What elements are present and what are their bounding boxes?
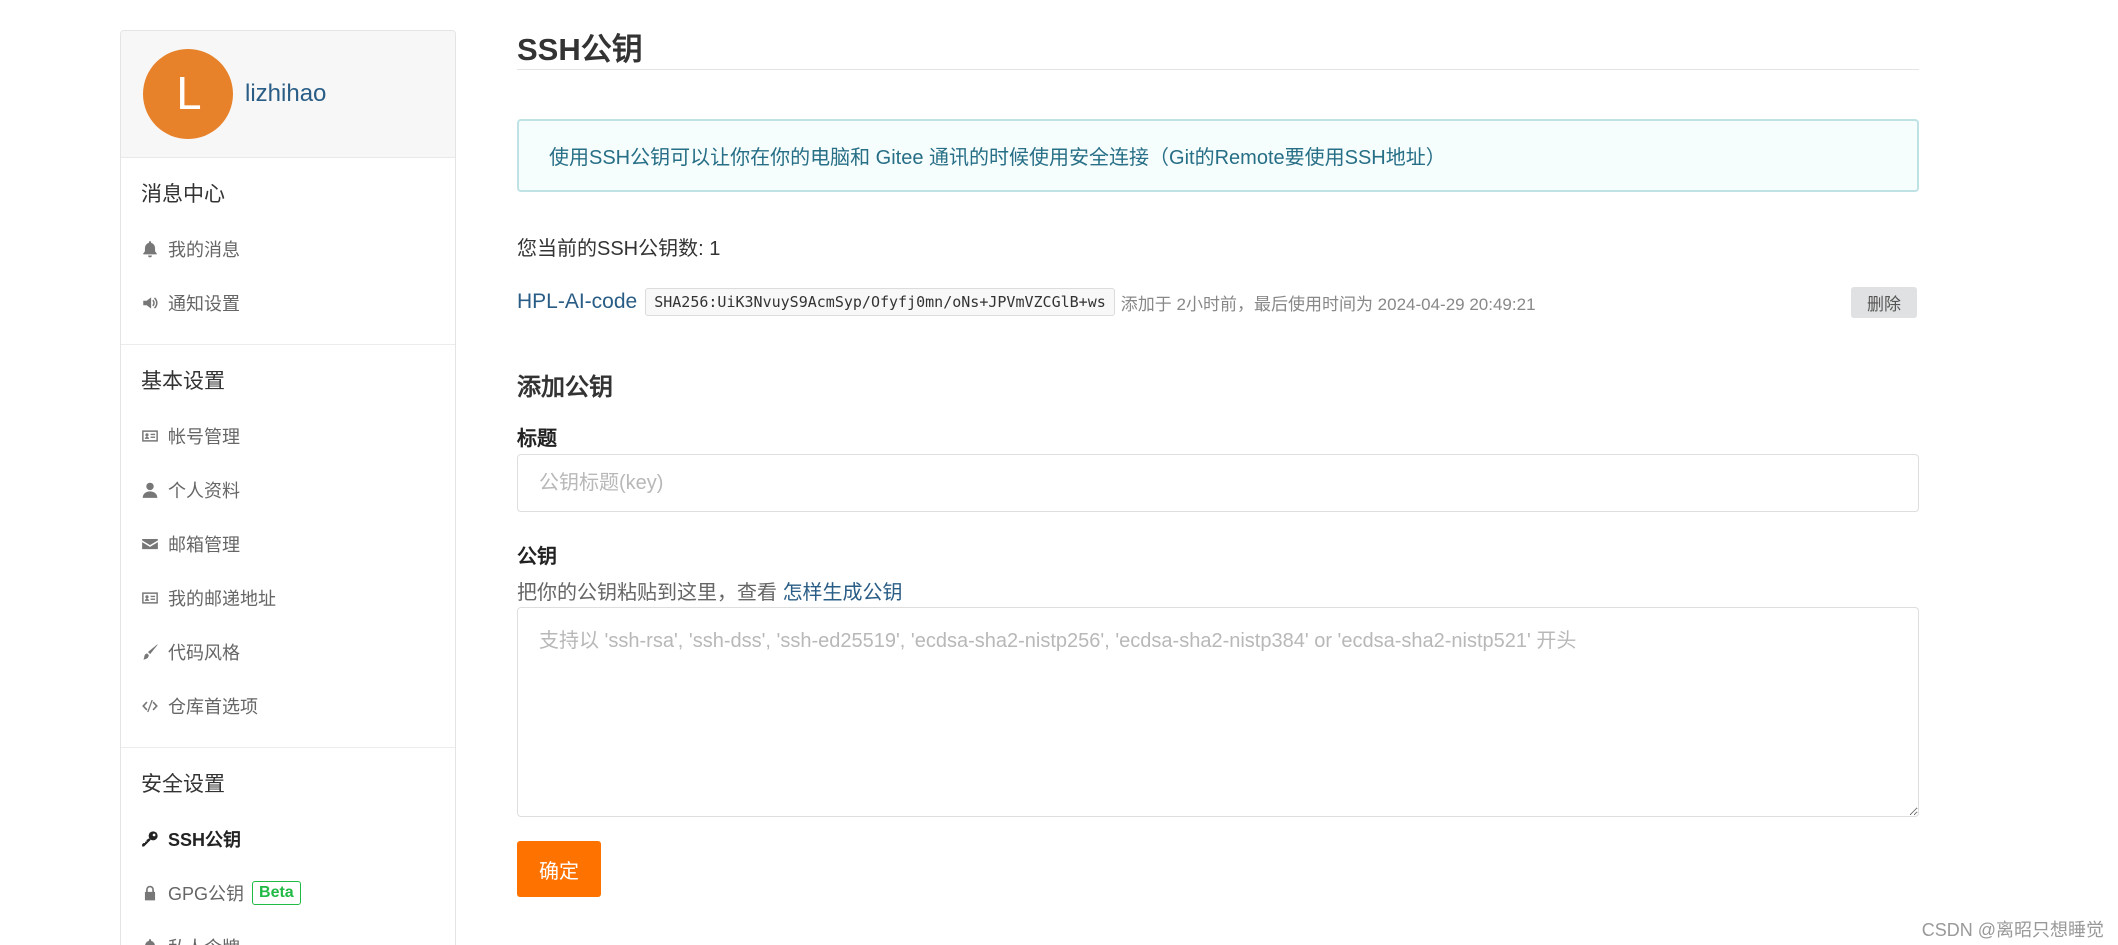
sidebar-item-label: 我的邮递地址 [168,589,276,609]
key-title-input[interactable] [517,454,1919,512]
sidebar-item-label: SSH公钥 [168,830,242,850]
ssh-key-row: HPL-AI-code SHA256:UiK3NvuyS9AcmSyp/Ofyf… [517,286,1919,318]
settings-sidebar: L lizhihao 消息中心 我的消息 通知设置 基本设置 帐号管理 个人资料… [120,30,456,945]
sidebar-item-label: 仓库首选项 [168,697,258,717]
ssh-key-name-link[interactable]: HPL-AI-code [517,290,637,314]
bell-icon [140,239,160,259]
sidebar-item-account[interactable]: 帐号管理 [121,409,455,463]
page-title: SSH公钥 [517,32,643,67]
ssh-key-fingerprint: SHA256:UiK3NvuyS9AcmSyp/Ofyfj0mn/oNs+JPV… [645,288,1115,316]
key-field-label: 公钥 [517,546,557,568]
sidebar-item-my-messages[interactable]: 我的消息 [121,222,455,276]
sidebar-item-gpg-keys[interactable]: GPG公钥 Beta [121,866,455,920]
sidebar-item-label: 私人令牌 [168,934,240,945]
key-icon [140,829,160,849]
sidebar-item-label: 帐号管理 [168,427,240,447]
section-title-basic: 基本设置 [141,370,225,393]
sidebar-item-repo-preferences[interactable]: 仓库首选项 [121,679,455,733]
watermark: CSDN @离昭只想睡觉 [1921,920,2104,940]
bell-icon [140,937,160,945]
id-card-icon [140,426,160,446]
sidebar-item-notification-settings[interactable]: 通知设置 [121,276,455,330]
info-message: 使用SSH公钥可以让你在你的电脑和 Gitee 通讯的时候使用安全连接（Git的… [517,119,1919,192]
delete-key-button[interactable]: 删除 [1851,287,1917,318]
username-link[interactable]: lizhihao [245,80,326,108]
confirm-button[interactable]: 确定 [517,841,601,897]
envelope-icon [140,534,160,554]
sidebar-section-security: 安全设置 SSH公钥 GPG公钥 Beta 私人令牌 [121,748,455,945]
title-divider [517,69,1919,70]
ssh-key-meta: 添加于 2小时前，最后使用时间为 2024-04-29 20:49:21 [1120,294,1536,314]
sidebar-item-email[interactable]: 邮箱管理 [121,517,455,571]
public-key-textarea[interactable] [517,607,1919,817]
paint-brush-icon [140,642,160,662]
avatar[interactable]: L [143,49,233,139]
beta-badge: Beta [252,881,301,905]
add-key-heading: 添加公钥 [517,374,613,401]
sidebar-section-basic: 基本设置 帐号管理 个人资料 邮箱管理 我的邮递地址 代码风格 仓库首选项 [121,345,455,748]
key-help-text: 把你的公钥粘贴到这里，查看 怎样生成公钥 [517,576,903,605]
sidebar-item-code-style[interactable]: 代码风格 [121,625,455,679]
sidebar-item-label: 通知设置 [168,294,240,314]
volume-icon [140,293,160,313]
section-title-messages: 消息中心 [141,183,225,206]
key-help-prefix: 把你的公钥粘贴到这里，查看 [517,582,777,604]
how-to-generate-key-link[interactable]: 怎样生成公钥 [783,582,903,604]
sidebar-item-label: 代码风格 [168,643,240,663]
sidebar-item-address[interactable]: 我的邮递地址 [121,571,455,625]
sidebar-section-messages: 消息中心 我的消息 通知设置 [121,158,455,345]
sidebar-item-label: GPG公钥 [168,884,245,904]
sidebar-item-label: 我的消息 [168,240,240,260]
user-icon [140,480,160,500]
sidebar-item-private-tokens[interactable]: 私人令牌 [121,920,455,945]
sidebar-item-label: 个人资料 [168,481,240,501]
sidebar-item-ssh-keys[interactable]: SSH公钥 [121,812,455,866]
title-field-label: 标题 [517,428,557,450]
sidebar-item-profile[interactable]: 个人资料 [121,463,455,517]
key-count-text: 您当前的SSH公钥数: 1 [517,238,721,260]
lock-icon [140,883,160,903]
address-card-icon [140,588,160,608]
profile-header: L lizhihao [121,31,455,158]
code-icon [140,696,160,716]
sidebar-item-label: 邮箱管理 [168,535,240,555]
section-title-security: 安全设置 [141,773,225,796]
